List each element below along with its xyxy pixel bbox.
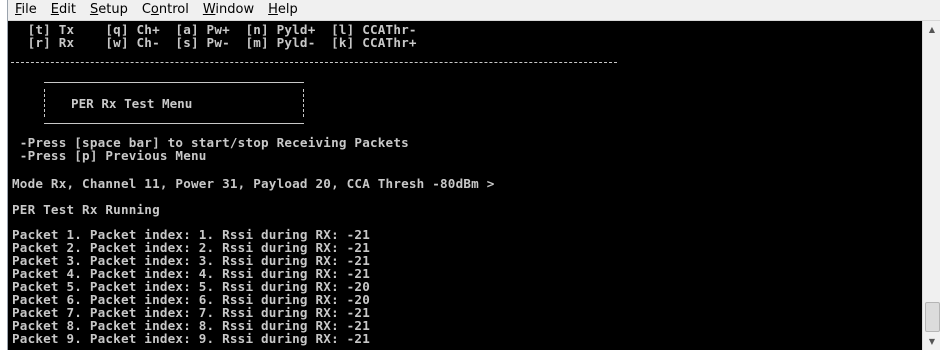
- menu-window[interactable]: Window: [196, 0, 261, 20]
- menu-bar: File Edit Setup Control Window Help: [8, 0, 940, 21]
- menu-title: PER Rx Test Menu: [71, 96, 193, 111]
- scroll-down-arrow-icon[interactable]: ▼: [923, 333, 940, 350]
- vertical-scrollbar[interactable]: ▲ ▼: [922, 21, 940, 350]
- scrollbar-thumb[interactable]: [925, 302, 940, 332]
- separator-line: [11, 62, 617, 63]
- menu-help[interactable]: Help: [261, 0, 305, 20]
- instruction-previous-menu: -Press [p] Previous Menu: [12, 148, 207, 163]
- menu-edit[interactable]: Edit: [44, 0, 83, 20]
- mode-status-line: Mode Rx, Channel 11, Power 31, Payload 2…: [12, 176, 495, 191]
- menu-setup[interactable]: Setup: [83, 0, 135, 20]
- running-status-line: PER Test Rx Running: [12, 202, 160, 217]
- terminal-area[interactable]: [t] Tx [q] Ch+ [a] Pw+ [n] Pyld+ [l] CCA…: [8, 21, 922, 350]
- menu-file[interactable]: File: [8, 0, 44, 20]
- packet-line: Packet 9. Packet index: 9. Rssi during R…: [12, 331, 370, 346]
- menu-control[interactable]: Control: [135, 0, 196, 20]
- shortcut-row-2: [r] Rx [w] Ch- [s] Pw- [m] Pyld- [k] CCA…: [12, 35, 417, 50]
- scroll-up-arrow-icon[interactable]: ▲: [923, 21, 940, 38]
- window-left-border: [0, 0, 8, 350]
- menu-title-box: PER Rx Test Menu: [44, 82, 304, 124]
